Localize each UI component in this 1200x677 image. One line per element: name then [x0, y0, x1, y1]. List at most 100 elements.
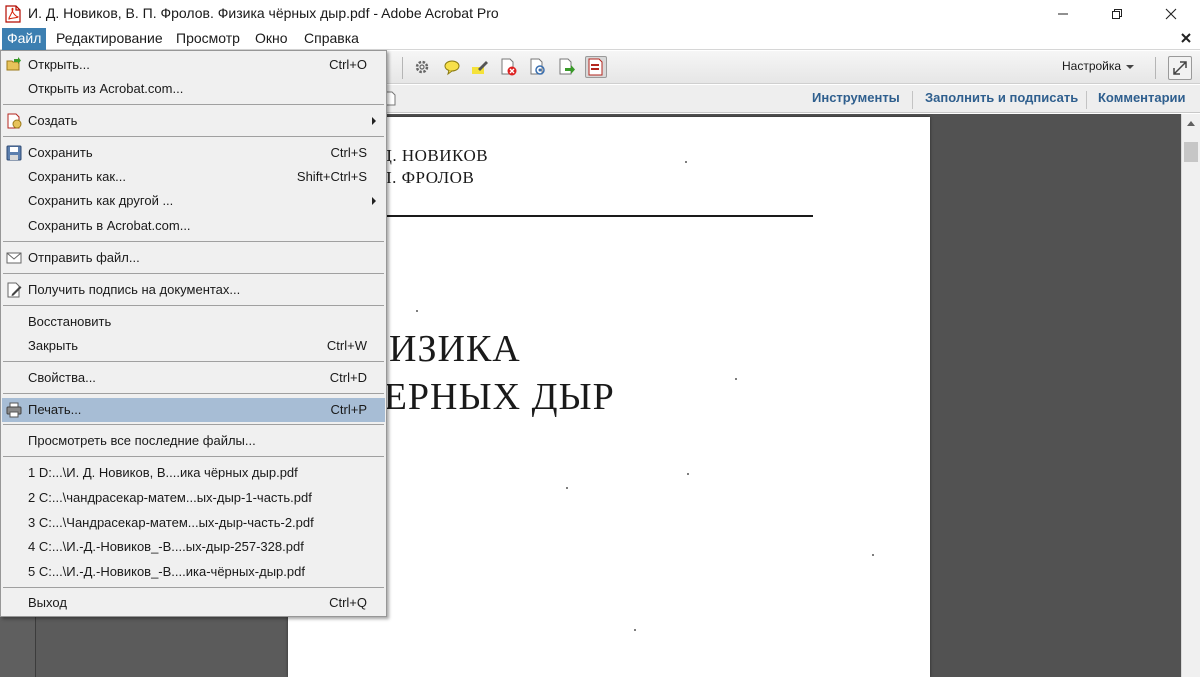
menu-item-label: Сохранить как другой ... [28, 193, 174, 208]
tab-separator [1086, 91, 1087, 109]
customize-dropdown[interactable]: Настройка [1062, 59, 1121, 73]
book-title-line: ФИЗИКА [358, 328, 521, 370]
sign-document-icon [7, 282, 22, 298]
menu-item-label: Сохранить [28, 145, 93, 160]
scan-speck [416, 310, 418, 312]
menu-item-shortcut: Ctrl+W [326, 338, 367, 353]
tab-comments[interactable]: Комментарии [1098, 90, 1186, 105]
menu-view[interactable]: Просмотр [171, 28, 245, 50]
title-bar: И. Д. Новиков, В. П. Фролов. Физика чёрн… [0, 0, 1200, 28]
menu-item-recent-file-5[interactable]: 5 C:...\И.-Д.-Новиков_-В....ика-чёрных-д… [2, 560, 385, 584]
chevron-down-icon [1126, 65, 1134, 69]
highlight-icon [472, 61, 488, 74]
maximize-button[interactable] [1094, 0, 1140, 28]
menu-file[interactable]: Файл [2, 28, 47, 50]
scan-speck [687, 473, 689, 475]
scan-button[interactable] [527, 56, 549, 78]
menu-item-print[interactable]: Печать... Ctrl+P [2, 398, 385, 422]
menu-item-save-as-other[interactable]: Сохранить как другой ... [2, 189, 385, 213]
menu-item-label: Сохранить в Acrobat.com... [28, 218, 191, 233]
menu-item-exit[interactable]: Выход Ctrl+Q [2, 591, 385, 615]
highlight-button[interactable] [469, 56, 491, 78]
menu-item-open[interactable]: Открыть... Ctrl+O [2, 53, 385, 77]
minimize-button[interactable] [1040, 0, 1086, 28]
delete-page-icon [501, 58, 517, 76]
menu-item-recent-file-3[interactable]: 3 C:...\Чандрасекар-матем...ых-дыр-часть… [2, 511, 385, 535]
menu-item-open-acrobat-com[interactable]: Открыть из Acrobat.com... [2, 77, 385, 101]
menu-item-label: Восстановить [28, 314, 112, 329]
menu-item-properties[interactable]: Свойства... Ctrl+D [2, 366, 385, 390]
menu-separator [3, 273, 384, 274]
menu-item-close[interactable]: Закрыть Ctrl+W [2, 334, 385, 358]
submenu-arrow-icon [372, 197, 376, 205]
submenu-arrow-icon [372, 117, 376, 125]
menu-item-shortcut: Ctrl+D [329, 370, 367, 385]
gear-button[interactable] [411, 56, 433, 78]
export-icon [559, 58, 575, 75]
create-pdf-icon [7, 113, 22, 129]
printer-icon [6, 402, 22, 418]
envelope-icon [6, 252, 22, 264]
vertical-scrollbar[interactable] [1181, 114, 1200, 677]
menu-edit[interactable]: Редактирование [51, 28, 168, 50]
book-title-line: ЧЕРНЫХ ДЫР [358, 376, 615, 418]
scan-speck [872, 554, 874, 556]
minimize-icon [1058, 13, 1068, 15]
comment-button[interactable] [441, 56, 463, 78]
menu-item-revert[interactable]: Восстановить [2, 310, 385, 334]
menu-item-label: Выход [28, 595, 67, 610]
close-x-icon[interactable] [1178, 30, 1194, 46]
delete-page-button[interactable] [498, 56, 520, 78]
menu-item-save-as[interactable]: Сохранить как... Shift+Ctrl+S [2, 165, 385, 189]
menu-item-label: Получить подпись на документах... [28, 282, 241, 297]
menu-separator [3, 305, 384, 306]
open-folder-icon [6, 57, 21, 71]
save-icon [6, 145, 22, 161]
menu-item-recent-file-4[interactable]: 4 C:...\И.-Д.-Новиков_-В....ых-дыр-257-3… [2, 535, 385, 559]
scan-speck [634, 629, 636, 631]
menu-item-get-signature[interactable]: Получить подпись на документах... [2, 278, 385, 302]
menu-item-create[interactable]: Создать [2, 109, 385, 133]
menu-item-label: Просмотреть все последние файлы... [28, 433, 256, 448]
scrollbar-thumb[interactable] [1184, 142, 1198, 162]
export-button[interactable] [556, 56, 578, 78]
menu-item-label: Отправить файл... [28, 250, 140, 265]
menu-item-send-file[interactable]: Отправить файл... [2, 246, 385, 270]
comment-icon [444, 60, 460, 76]
menu-item-shortcut: Shift+Ctrl+S [296, 169, 367, 184]
restore-icon [1112, 9, 1122, 19]
menu-bar: Файл Редактирование Просмотр Окно Справк… [0, 28, 1200, 50]
toolbar-separator [402, 57, 403, 79]
tab-separator [912, 91, 913, 109]
tab-tools[interactable]: Инструменты [812, 90, 900, 105]
scroll-up-icon[interactable] [1187, 121, 1195, 126]
menu-item-label: 1 D:...\И. Д. Новиков, В....ика чёрных д… [28, 465, 298, 480]
menu-item-label: 5 C:...\И.-Д.-Новиков_-В....ика-чёрных-д… [28, 564, 305, 579]
expand-icon [1173, 61, 1187, 75]
menu-item-label: Закрыть [28, 338, 79, 353]
menu-item-save[interactable]: Сохранить Ctrl+S [2, 141, 385, 165]
expand-button[interactable] [1168, 56, 1192, 80]
menu-item-shortcut: Ctrl+P [330, 402, 367, 417]
scan-icon [530, 58, 545, 75]
menu-item-label: Печать... [28, 402, 82, 417]
close-icon [1165, 8, 1177, 20]
menu-help[interactable]: Справка [299, 28, 364, 50]
menu-item-label: 2 C:...\чандрасекар-матем...ых-дыр-1-час… [28, 490, 312, 505]
form-button[interactable] [585, 56, 607, 78]
menu-window[interactable]: Окно [250, 28, 293, 50]
form-icon [588, 58, 603, 76]
menu-separator [3, 587, 384, 588]
scan-speck [735, 378, 737, 380]
menu-item-shortcut: Ctrl+Q [329, 595, 367, 610]
book-title: ФИЗИКА ЧЕРНЫХ ДЫР [358, 325, 615, 421]
menu-item-save-acrobat-com[interactable]: Сохранить в Acrobat.com... [2, 214, 385, 238]
close-window-button[interactable] [1148, 0, 1194, 28]
menu-item-recent-file-1[interactable]: 1 D:...\И. Д. Новиков, В....ика чёрных д… [2, 461, 385, 485]
menu-item-view-all-recent[interactable]: Просмотреть все последние файлы... [2, 429, 385, 453]
menu-item-label: Создать [28, 113, 78, 128]
tab-fill-sign[interactable]: Заполнить и подписать [925, 90, 1078, 105]
title-rule [358, 215, 813, 217]
menu-item-recent-file-2[interactable]: 2 C:...\чандрасекар-матем...ых-дыр-1-час… [2, 486, 385, 510]
acrobat-pdf-icon [5, 5, 21, 23]
